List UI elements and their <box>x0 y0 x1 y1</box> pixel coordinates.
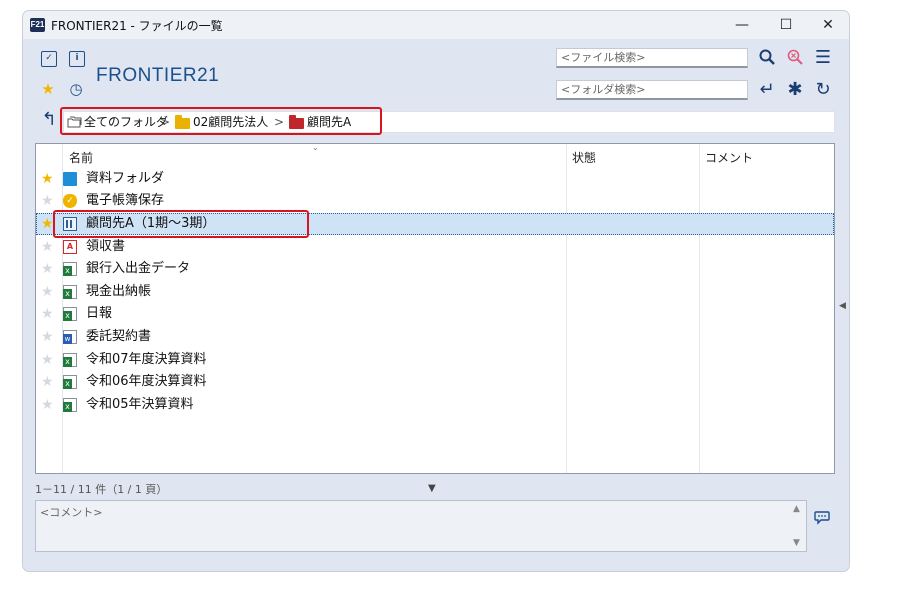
file-search-input[interactable] <box>556 48 748 68</box>
search-icon[interactable] <box>757 48 777 68</box>
table-row[interactable]: ★ 銀行入出金データ <box>36 258 834 280</box>
star-icon[interactable]: ★ <box>41 284 54 300</box>
expand-caret-icon[interactable]: ▼ <box>428 483 436 494</box>
pdf-icon: A <box>63 240 77 254</box>
star-icon[interactable]: ★ <box>41 397 54 413</box>
breadcrumb-separator: > <box>274 115 285 129</box>
close-button[interactable]: ✕ <box>817 15 839 35</box>
enter-icon[interactable]: ↵ <box>757 80 777 100</box>
table-row[interactable]: ★ ✓ 電子帳簿保存 <box>36 190 834 212</box>
folder-icon <box>63 172 77 186</box>
record-count: 1－11 / 11 件（1 / 1 頁） <box>35 483 168 496</box>
file-name: 現金出納帳 <box>86 284 152 299</box>
table-row[interactable]: ★ 令和07年度決算資料 <box>36 349 834 371</box>
column-header-name[interactable]: 名前 <box>69 149 93 166</box>
table-row[interactable]: ★ 令和06年度決算資料 <box>36 371 834 393</box>
excel-icon <box>63 307 77 321</box>
file-list: ⌄ 名前 状態 コメント ★ 資料フォルダ ★ ✓ 電子帳簿保存 ★ 顧問先A（… <box>35 143 835 474</box>
scroll-up-icon[interactable]: ▲ <box>793 504 800 514</box>
all-folders-icon <box>67 116 82 128</box>
folder-red-icon <box>289 115 304 129</box>
table-row[interactable]: ★ 現金出納帳 <box>36 281 834 303</box>
comment-input[interactable] <box>35 500 807 552</box>
row-highlight <box>53 210 309 238</box>
table-row[interactable]: ★ 令和05年決算資料 <box>36 394 834 416</box>
star-icon[interactable]: ★ <box>41 329 54 345</box>
maximize-button[interactable]: ☐ <box>775 15 797 35</box>
side-panel-caret-icon[interactable]: ◀ <box>839 301 846 311</box>
file-name: 領収書 <box>86 239 126 254</box>
file-name: 令和06年度決算資料 <box>86 374 207 389</box>
file-name: 令和07年度決算資料 <box>86 352 207 367</box>
star-icon[interactable]: ★ <box>41 306 54 322</box>
table-row[interactable]: ★ 委託契約書 <box>36 326 834 348</box>
star-icon[interactable]: ★ <box>41 239 54 255</box>
file-name: 日報 <box>86 306 113 321</box>
table-row[interactable]: ★ 日報 <box>36 303 834 325</box>
excel-icon <box>63 285 77 299</box>
shield-icon: ✓ <box>63 194 77 208</box>
excel-icon <box>63 262 77 276</box>
breadcrumb-item-client[interactable]: 顧問先A <box>307 114 351 130</box>
window-title: FRONTIER21 - ファイルの一覧 <box>51 19 223 33</box>
brand-logo: FRONTIER21 <box>96 65 220 86</box>
file-name: 令和05年決算資料 <box>86 397 194 412</box>
file-name: 資料フォルダ <box>86 171 165 186</box>
asterisk-icon[interactable]: ✱ <box>785 80 805 100</box>
star-icon[interactable]: ★ <box>41 261 54 277</box>
table-row[interactable]: ★ 資料フォルダ <box>36 168 834 190</box>
refresh-icon[interactable]: ↻ <box>813 80 833 100</box>
breadcrumb-separator: > <box>160 115 171 129</box>
star-icon[interactable]: ★ <box>41 193 54 209</box>
folder-search-input[interactable] <box>556 80 748 100</box>
app-window: F21 FRONTIER21 - ファイルの一覧 — ☐ ✕ ✓ i ★ ◷ F… <box>22 10 850 572</box>
excel-icon <box>63 353 77 367</box>
sort-caret-icon: ⌄ <box>312 143 319 152</box>
star-icon[interactable]: ★ <box>41 352 54 368</box>
table-row[interactable]: ★ A 領収書 <box>36 236 834 258</box>
file-name: 銀行入出金データ <box>86 261 191 276</box>
title-bar: F21 FRONTIER21 - ファイルの一覧 — ☐ ✕ <box>23 11 849 39</box>
excel-icon <box>63 398 77 412</box>
star-icon[interactable]: ★ <box>41 171 54 187</box>
history-icon[interactable]: ◷ <box>68 81 84 97</box>
breadcrumb-item-all[interactable]: 全てのフォルダ <box>84 114 168 130</box>
folder-yellow-icon <box>175 115 190 129</box>
word-icon <box>63 330 77 344</box>
column-header-status[interactable]: 状態 <box>572 149 596 166</box>
back-icon[interactable]: ↰ <box>39 110 59 130</box>
scroll-down-icon[interactable]: ▼ <box>793 538 800 548</box>
star-icon[interactable]: ★ <box>40 81 56 97</box>
info-icon[interactable]: i <box>69 51 85 67</box>
star-icon[interactable]: ★ <box>41 374 54 390</box>
excel-icon <box>63 375 77 389</box>
file-name: 委託契約書 <box>86 329 152 344</box>
search-clear-icon[interactable] <box>785 48 805 68</box>
column-header-comment[interactable]: コメント <box>705 149 753 166</box>
file-name: 電子帳簿保存 <box>86 193 165 208</box>
minimize-button[interactable]: — <box>731 15 753 35</box>
chat-bubble-icon[interactable] <box>813 509 831 527</box>
menu-icon[interactable]: ☰ <box>813 48 833 68</box>
star-icon[interactable]: ★ <box>41 216 54 232</box>
breadcrumb-item-corp[interactable]: 02顧問先法人 <box>193 114 268 130</box>
app-logo-icon: F21 <box>30 18 45 32</box>
doc-check-icon[interactable]: ✓ <box>41 51 57 67</box>
